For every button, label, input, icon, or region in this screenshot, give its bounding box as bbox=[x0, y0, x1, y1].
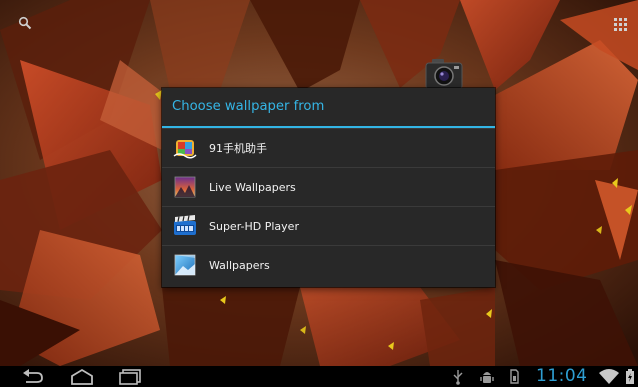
wifi-icon bbox=[599, 369, 619, 384]
list-item-91-assistant[interactable]: 91手机助手 bbox=[162, 128, 495, 167]
list-item-super-hd-player[interactable]: Super-HD Player bbox=[162, 206, 495, 245]
usb-icon bbox=[453, 370, 463, 385]
all-apps-icon[interactable] bbox=[614, 18, 628, 32]
search-icon[interactable] bbox=[18, 16, 32, 30]
camera-icon[interactable] bbox=[424, 57, 464, 91]
home-icon[interactable] bbox=[70, 368, 94, 385]
back-icon[interactable] bbox=[22, 368, 44, 385]
wallpapers-icon bbox=[174, 254, 196, 276]
live-wallpapers-icon bbox=[174, 176, 196, 198]
system-bar: 11:04 bbox=[0, 366, 638, 387]
list-item-label: Live Wallpapers bbox=[209, 180, 296, 194]
android-home-screen: Choose wallpaper from 91手机助手 Live Wallpa… bbox=[0, 0, 638, 387]
battery-icon bbox=[626, 369, 634, 384]
list-item-label: Wallpapers bbox=[209, 258, 270, 272]
dialog-title: Choose wallpaper from bbox=[172, 99, 325, 114]
status-clock: 11:04 bbox=[536, 366, 588, 386]
list-item-live-wallpapers[interactable]: Live Wallpapers bbox=[162, 167, 495, 206]
list-item-label: 91手机助手 bbox=[209, 142, 267, 155]
sd-card-icon bbox=[510, 369, 519, 384]
list-item-wallpapers[interactable]: Wallpapers bbox=[162, 245, 495, 284]
list-item-label: Super-HD Player bbox=[209, 219, 299, 233]
recent-apps-icon[interactable] bbox=[118, 368, 142, 385]
choose-wallpaper-dialog: Choose wallpaper from 91手机助手 Live Wallpa… bbox=[162, 88, 495, 287]
android-debug-icon bbox=[480, 372, 494, 383]
91-assistant-icon bbox=[173, 140, 197, 159]
super-hd-player-icon bbox=[174, 215, 196, 235]
